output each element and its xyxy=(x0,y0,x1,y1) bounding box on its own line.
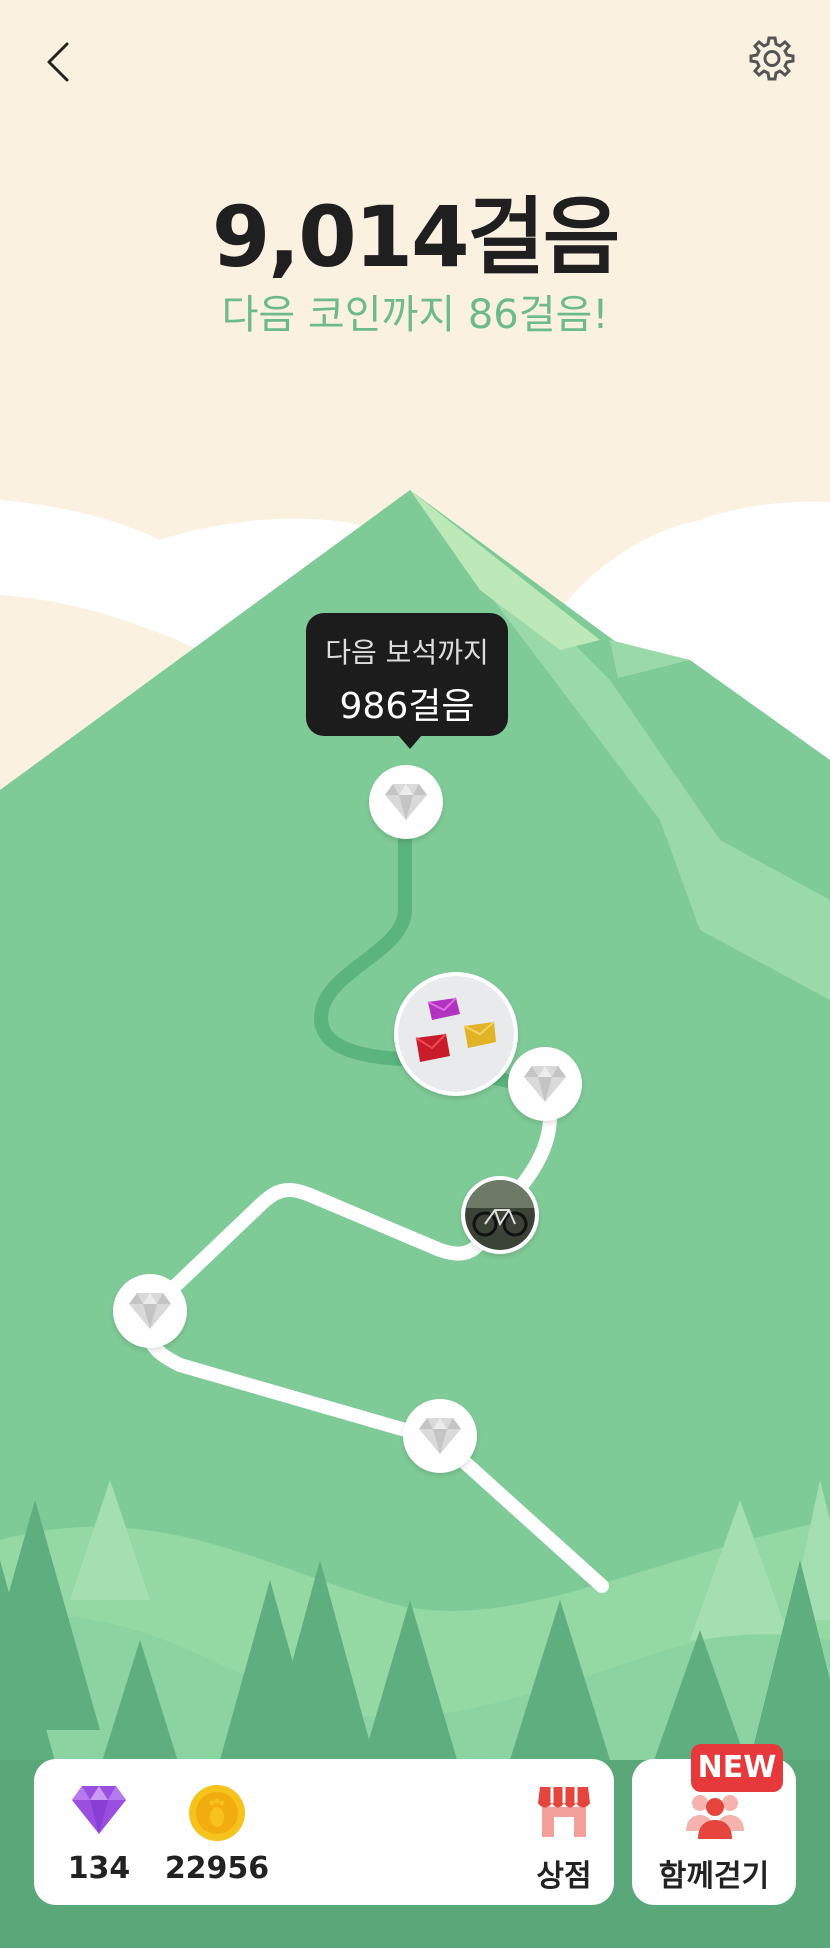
walk-together-label: 함께걷기 xyxy=(658,1859,770,1894)
diamond-icon xyxy=(419,1418,461,1454)
bicycle-photo xyxy=(465,1180,535,1250)
gem-node[interactable] xyxy=(508,1047,582,1121)
gem-node[interactable] xyxy=(403,1399,477,1473)
new-badge: NEW xyxy=(691,1744,783,1792)
diamond-icon xyxy=(129,1293,171,1329)
diamond-icon xyxy=(385,784,427,820)
purple-gem-icon xyxy=(72,1786,126,1834)
gem-count: 134 xyxy=(67,1851,131,1886)
gem-balance: 134 xyxy=(54,1759,144,1905)
settings-button[interactable] xyxy=(744,30,800,86)
next-coin-message: 다음 코인까지 86걸음! xyxy=(221,292,609,338)
back-button[interactable] xyxy=(30,34,86,90)
photo-node-bicycle[interactable] xyxy=(461,1176,539,1254)
step-count: 9,014걸음 xyxy=(211,188,620,286)
gear-icon xyxy=(749,36,795,81)
tooltip-pointer xyxy=(398,735,422,749)
shop-label: 상점 xyxy=(536,1859,592,1894)
pouches-photo xyxy=(398,976,514,1092)
wallet-panel: 134 22956 상점 xyxy=(34,1759,614,1905)
next-gem-tooltip: 다음 보석까지 986걸음 xyxy=(306,613,508,749)
diamond-icon xyxy=(524,1066,566,1102)
shop-button[interactable]: 상점 xyxy=(514,1759,614,1905)
tooltip-line1: 다음 보석까지 xyxy=(325,636,489,669)
tooltip-line2: 986걸음 xyxy=(339,686,475,727)
coin-balance: 22956 xyxy=(152,1759,282,1905)
group-people-icon xyxy=(686,1795,744,1839)
gem-node[interactable] xyxy=(113,1274,187,1348)
coin-icon xyxy=(189,1785,245,1841)
coin-count: 22956 xyxy=(164,1851,270,1886)
gem-node[interactable] xyxy=(369,765,443,839)
chevron-left-icon xyxy=(47,42,69,82)
photo-node-pouches[interactable] xyxy=(394,972,518,1096)
shop-icon xyxy=(538,1787,590,1837)
app-screen: 9,014걸음 다음 코인까지 86걸음! 다음 보석까지 986걸음 134 … xyxy=(0,0,830,1948)
